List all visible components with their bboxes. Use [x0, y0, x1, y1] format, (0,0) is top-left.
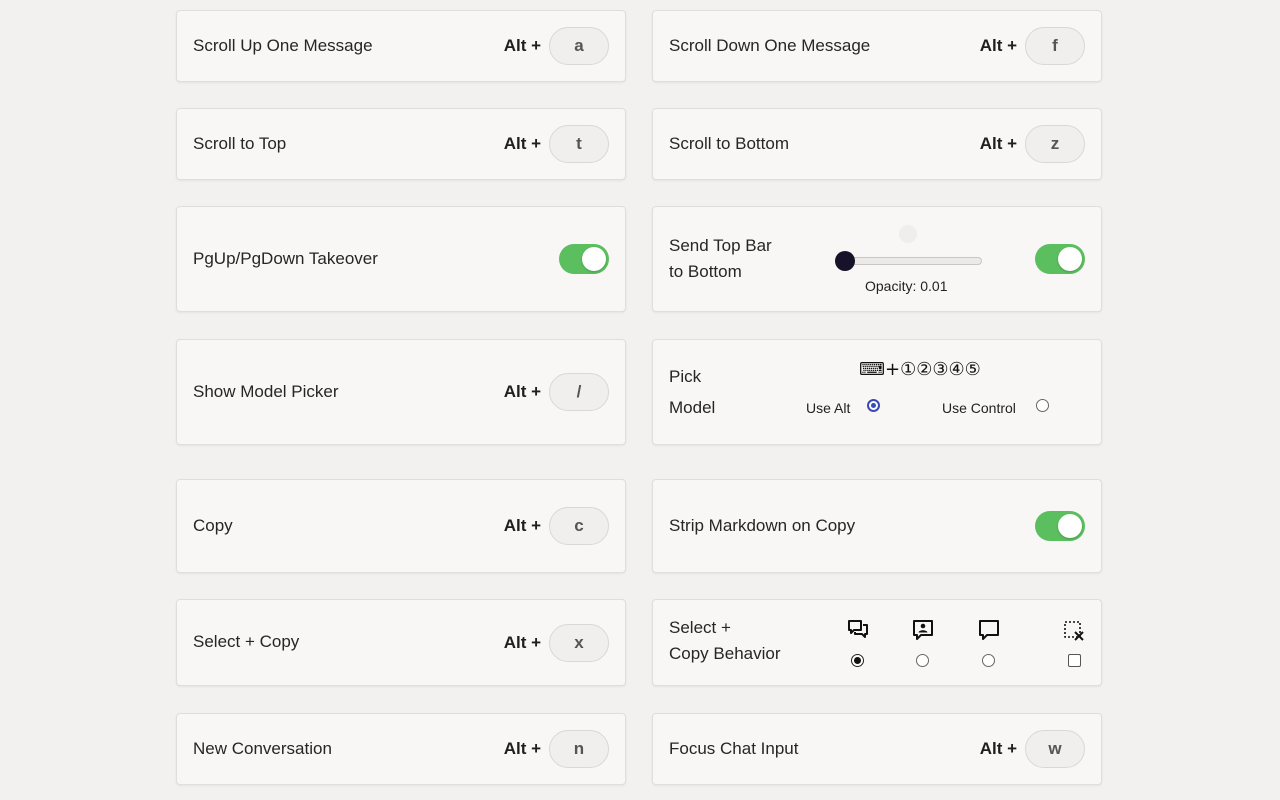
shortcut-label: New Conversation: [193, 739, 332, 758]
disable-checkbox[interactable]: [1068, 654, 1081, 667]
key-input-scroll-down[interactable]: f: [1025, 27, 1085, 65]
shortcut-card-model-picker: Show Model Picker Alt + /: [176, 339, 626, 445]
key-input-copy[interactable]: c: [549, 507, 609, 545]
shortcut-label: Scroll Down One Message: [669, 36, 871, 55]
disable-icon: [1064, 621, 1084, 641]
modifier-label: Alt +: [503, 134, 541, 153]
behavior-radio-user-message[interactable]: [916, 654, 929, 667]
message-icon: [979, 620, 999, 640]
keyboard-number-hint: ⌨+①②③④⑤: [859, 359, 981, 380]
setting-card-pick-model: Pick Model ⌨+①②③④⑤ Use Alt Use Control: [652, 339, 1102, 445]
shortcut-card-scroll-bottom: Scroll to Bottom Alt + z: [652, 108, 1102, 180]
shortcut-label: Select + Copy: [193, 632, 300, 651]
use-alt-label: Use Alt: [806, 400, 851, 416]
shortcut-label: Show Model Picker: [193, 382, 339, 401]
setting-card-select-copy-behavior: Select + Copy Behavior: [652, 599, 1102, 686]
setting-label: Strip Markdown on Copy: [669, 516, 856, 535]
setting-label-line2: Model: [669, 398, 716, 417]
toggle-knob: [1058, 514, 1082, 538]
modifier-label: Alt +: [979, 36, 1017, 55]
setting-label: PgUp/PgDown Takeover: [193, 249, 378, 268]
toggle-knob: [1058, 247, 1082, 271]
shortcut-label: Scroll to Bottom: [669, 134, 789, 153]
shortcut-card-scroll-top: Scroll to Top Alt + t: [176, 108, 626, 180]
shortcut-label: Focus Chat Input: [669, 739, 799, 758]
key-input-scroll-bottom[interactable]: z: [1025, 125, 1085, 163]
shortcut-card-copy: Copy Alt + c: [176, 479, 626, 573]
modifier-label: Alt +: [503, 382, 541, 401]
setting-label-line2: Copy Behavior: [669, 644, 781, 663]
shortcut-card-focus-input: Focus Chat Input Alt + w: [652, 713, 1102, 785]
modifier-label: Alt +: [503, 739, 541, 758]
modifier-label: Alt +: [503, 633, 541, 652]
shortcut-label: Scroll to Top: [193, 134, 287, 153]
toggle-knob: [582, 247, 606, 271]
opacity-label: Opacity: 0.01: [865, 278, 948, 294]
shortcut-card-new-conversation: New Conversation Alt + n: [176, 713, 626, 785]
shortcut-card-scroll-down: Scroll Down One Message Alt + f: [652, 10, 1102, 82]
shortcut-label: Scroll Up One Message: [193, 36, 373, 55]
shortcut-card-select-copy: Select + Copy Alt + x: [176, 599, 626, 686]
setting-label-line1: Pick: [669, 367, 702, 386]
conversation-icon: [848, 620, 868, 638]
setting-card-strip-markdown: Strip Markdown on Copy: [652, 479, 1102, 573]
shortcut-card-scroll-up: Scroll Up One Message Alt + a: [176, 10, 626, 82]
key-input-focus-input[interactable]: w: [1025, 730, 1085, 768]
setting-label-line1: Send Top Bar: [669, 236, 772, 255]
modifier-label: Alt +: [503, 516, 541, 535]
key-input-scroll-top[interactable]: t: [549, 125, 609, 163]
use-control-label: Use Control: [942, 400, 1016, 416]
modifier-label: Alt +: [979, 134, 1017, 153]
setting-label-line1: Select +: [669, 618, 731, 637]
opacity-slider-thumb[interactable]: [835, 251, 855, 271]
key-input-scroll-up[interactable]: a: [549, 27, 609, 65]
slider-ghost: [899, 225, 917, 243]
behavior-radio-conversation[interactable]: [851, 654, 864, 667]
setting-card-pgup-takeover: PgUp/PgDown Takeover: [176, 206, 626, 312]
strip-markdown-toggle[interactable]: [1035, 511, 1085, 541]
user-message-icon: [913, 620, 933, 640]
key-input-model-picker[interactable]: /: [549, 373, 609, 411]
opacity-slider-track[interactable]: [837, 257, 982, 265]
modifier-label: Alt +: [503, 36, 541, 55]
modifier-label: Alt +: [979, 739, 1017, 758]
send-top-bar-toggle[interactable]: [1035, 244, 1085, 274]
setting-label-line2: to Bottom: [669, 262, 742, 281]
key-input-select-copy[interactable]: x: [549, 624, 609, 662]
setting-card-send-top-bar: Send Top Bar to Bottom Opacity: 0.01: [652, 206, 1102, 312]
use-alt-radio[interactable]: [867, 399, 880, 412]
key-input-new-conversation[interactable]: n: [549, 730, 609, 768]
shortcut-label: Copy: [193, 516, 233, 535]
behavior-radio-message[interactable]: [982, 654, 995, 667]
pgup-takeover-toggle[interactable]: [559, 244, 609, 274]
use-control-radio[interactable]: [1036, 399, 1049, 412]
